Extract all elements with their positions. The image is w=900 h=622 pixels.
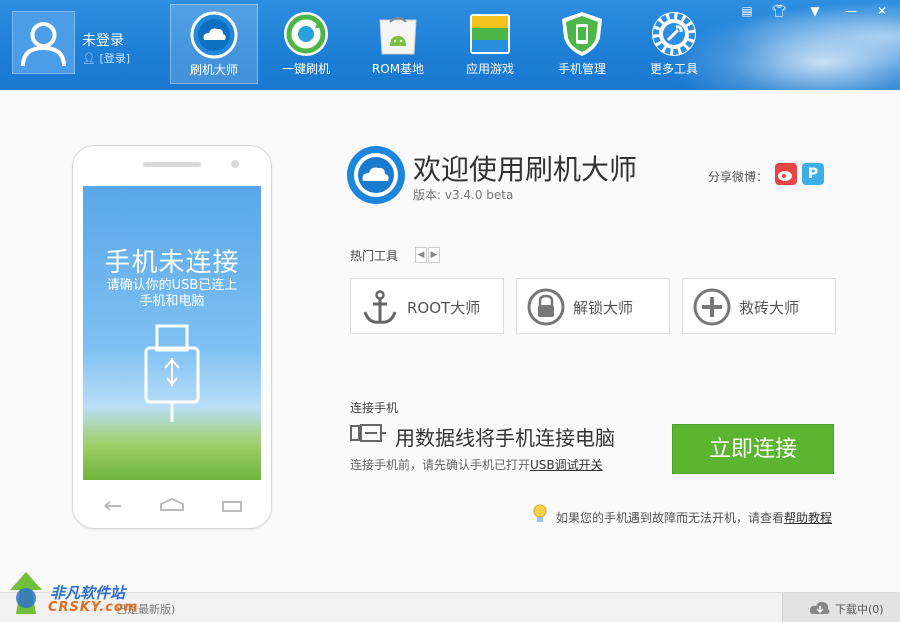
connect-section-label: 连接手机: [350, 401, 399, 415]
nav-label: 一键刷机: [281, 62, 330, 76]
connect-title: 用数据线将手机连接电脑: [395, 426, 615, 450]
hot-tools-next-button[interactable]: ▶: [428, 247, 440, 263]
cloud-icon: [190, 11, 238, 59]
feedback-icon[interactable]: ▤: [738, 3, 756, 19]
nav-phone-manage[interactable]: 手机管理: [538, 4, 626, 84]
help-text-body: 如果您的手机遇到故障而无法开机，请查看: [556, 511, 785, 525]
usb-cable-icon: [350, 424, 386, 442]
nav-label: 更多工具: [649, 62, 698, 76]
usb-plug-icon: [144, 324, 200, 422]
main-panel: 手机未连接 请确认你的USB已连上 手机和电脑 欢迎使用刷机大师 版本: v3.…: [0, 90, 900, 592]
nav-one-click-flash[interactable]: 一键刷机: [262, 4, 350, 84]
nav-flash-master[interactable]: 刷机大师: [170, 4, 258, 84]
nav-label: 刷机大师: [189, 63, 238, 77]
page-title: 欢迎使用刷机大师: [413, 153, 638, 186]
nav-label: 应用游戏: [465, 62, 514, 76]
login-link-label: [登录]: [99, 52, 131, 65]
phone-illustration: 手机未连接 请确认你的USB已连上 手机和电脑: [72, 145, 272, 529]
download-manager-button[interactable]: 下载中(0): [782, 593, 900, 622]
nav-label: ROM基地: [371, 62, 425, 76]
tool-unlock-master[interactable]: 解锁大师: [516, 278, 670, 334]
menu-icon[interactable]: ▼: [806, 3, 824, 19]
skin-icon[interactable]: 👕︎: [770, 3, 788, 19]
tool-brick-rescue[interactable]: 救砖大师: [682, 278, 836, 334]
login-link[interactable]: 👤︎ [登录]: [82, 50, 130, 66]
phone-speaker: [143, 162, 201, 167]
download-count: 下载中(0): [835, 603, 884, 616]
weibo-share-icon[interactable]: [775, 163, 797, 185]
version-text: 版本: v3.4.0 beta: [413, 188, 514, 202]
anchor-icon: [363, 290, 397, 324]
phone-screen: 手机未连接 请确认你的USB已连上 手机和电脑: [83, 186, 261, 480]
help-tutorial-link[interactable]: 帮助教程: [784, 511, 832, 525]
connect-hint-text: 连接手机前，请先确认手机已打开: [350, 458, 531, 472]
connect-hint: 连接手机前，请先确认手机已打开USB调试开关: [350, 456, 603, 473]
wrench-gear-icon: [652, 12, 696, 56]
phone-camera: [231, 160, 239, 168]
watermark: 非凡软件站 CRSKY.com: [0, 568, 150, 621]
shield-phone-icon: [562, 12, 602, 56]
connect-now-button[interactable]: 立即连接: [672, 424, 834, 474]
lightbulb-icon: [533, 504, 547, 522]
lock-icon: [527, 288, 565, 326]
usb-debug-link[interactable]: USB调试开关: [530, 458, 603, 472]
close-icon[interactable]: ✕: [873, 3, 891, 19]
user-icon: [21, 22, 66, 67]
person-icon: 👤︎: [82, 52, 96, 65]
refresh-icon: [284, 12, 328, 56]
user-name: 未登录: [82, 33, 124, 49]
tool-label: 解锁大师: [573, 299, 634, 317]
share-label: 分享微博：: [708, 170, 769, 184]
nav-rom-base[interactable]: ROM基地: [354, 4, 442, 84]
watermark-subtext: CRSKY.com: [48, 600, 139, 615]
minimize-icon[interactable]: —: [842, 3, 860, 19]
tool-label: 救砖大师: [739, 299, 800, 317]
plus-circle-icon: [693, 288, 731, 326]
hot-tools-prev-button[interactable]: ◀: [415, 247, 427, 263]
watermark-logo-icon: [10, 572, 42, 614]
nav-more-tools[interactable]: 更多工具: [630, 4, 718, 84]
hot-tools-label: 热门工具: [350, 249, 399, 263]
avatar[interactable]: [12, 11, 75, 74]
phone-soft-keys: [104, 497, 242, 512]
apps-icon: [470, 14, 510, 54]
android-bag-icon: [379, 17, 417, 55]
help-text: 如果您的手机遇到故障而无法开机，请查看帮助教程: [556, 509, 832, 526]
tool-label: ROOT大师: [407, 299, 481, 317]
app-logo-icon: [347, 146, 405, 204]
top-bar: 未登录 👤︎ [登录] 刷机大师 一键刷机 ROM基地 应用游戏 手机管理 更多…: [0, 0, 900, 90]
tool-root-master[interactable]: ROOT大师: [350, 278, 504, 334]
nav-label: 手机管理: [557, 62, 606, 76]
nav-apps-games[interactable]: 应用游戏: [446, 4, 534, 84]
cloud-download-icon: [809, 601, 830, 614]
tencent-share-icon[interactable]: P: [802, 163, 824, 185]
